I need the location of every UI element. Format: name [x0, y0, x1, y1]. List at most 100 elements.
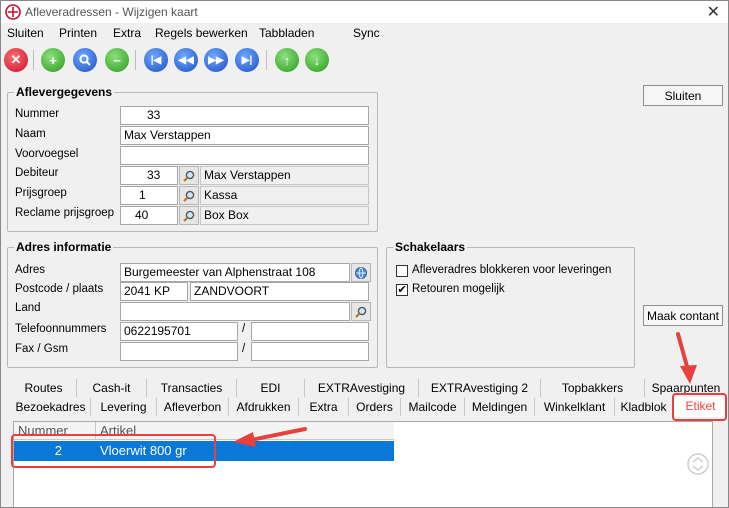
reclame-lookup-button[interactable] [179, 206, 199, 225]
adres-label: Adres [15, 264, 46, 276]
move-up-button[interactable]: ↑ [275, 48, 299, 72]
telefoon2-field[interactable] [251, 322, 369, 341]
nummer-field[interactable]: 33 [120, 106, 369, 125]
prev-record-button[interactable]: ◀◀ [174, 48, 198, 72]
telefoonnummers-label: Telefoonnummers [15, 323, 107, 335]
annotation-box-etiket [672, 393, 727, 421]
move-down-button[interactable]: ↓ [305, 48, 329, 72]
menu-sluiten[interactable]: Sluiten [7, 26, 44, 40]
arrow-up-icon: ↑ [283, 52, 291, 68]
sluiten-button[interactable]: Sluiten [643, 85, 723, 106]
tab-row-2: Bezoekadres Levering Afleverbon Afdrukke… [11, 397, 727, 417]
nummer-label: Nummer [15, 108, 60, 120]
tab-afdrukken[interactable]: Afdrukken [229, 398, 299, 416]
tab-extra[interactable]: Extra [299, 398, 349, 416]
tab-row-1: Routes Cash-it Transacties EDI EXTRAvest… [11, 379, 727, 397]
prijsgroep-field[interactable]: 1 [120, 186, 178, 205]
tab-mailcode[interactable]: Mailcode [401, 398, 465, 416]
reclame-prijsgroep-label: Reclame prijsgroep [15, 207, 115, 219]
title-bar: Afleveradressen - Wijzigen kaart ✕ [1, 1, 728, 23]
gsm-field[interactable] [251, 342, 369, 361]
delete-record-button[interactable]: ✕ [4, 48, 28, 72]
minus-icon: − [113, 52, 121, 68]
menu-regels-bewerken[interactable]: Regels bewerken [155, 26, 248, 40]
add-record-button[interactable]: + [41, 48, 65, 72]
annotation-arrow [676, 332, 697, 384]
naam-field[interactable]: Max Verstappen [120, 126, 369, 145]
fax-field[interactable] [120, 342, 238, 361]
tab-routes[interactable]: Routes [11, 379, 77, 397]
voorvoegsel-label: Voorvoegsel [15, 148, 79, 160]
globe-lookup-button[interactable] [351, 263, 371, 282]
fax-gsm-label: Fax / Gsm [15, 343, 69, 355]
menu-tabbladen[interactable]: Tabbladen [259, 26, 314, 40]
naam-label: Naam [15, 128, 46, 140]
menu-sync[interactable]: Sync [353, 26, 380, 40]
postcode-plaats-label: Postcode / plaats [15, 283, 104, 295]
tab-extravestiging[interactable]: EXTRAvestiging [305, 379, 419, 397]
app-window: Afleveradressen - Wijzigen kaart ✕ Sluit… [0, 0, 729, 508]
last-icon: ▶| [241, 54, 253, 66]
remove-record-button[interactable]: − [105, 48, 129, 72]
arrow-down-icon: ↓ [313, 52, 321, 68]
postcode-field[interactable]: 2041 KP [120, 282, 188, 301]
chevron-circle-icon[interactable] [686, 452, 710, 476]
search-record-button[interactable] [73, 48, 97, 72]
reclame-prijsgroep-field[interactable]: 40 [120, 206, 178, 225]
fax-separator: / [242, 343, 246, 355]
telefoon-field[interactable]: 0622195701 [120, 322, 238, 341]
magnifier-icon [183, 190, 195, 202]
menu-extra[interactable]: Extra [113, 26, 141, 40]
magnifier-icon [183, 210, 195, 222]
blokkeren-label: Afleveradres blokkeren voor leveringen [412, 264, 612, 276]
tab-transacties[interactable]: Transacties [147, 379, 237, 397]
menu-bar: Sluiten Printen Extra Regels bewerken Ta… [1, 23, 728, 43]
land-lookup-button[interactable] [351, 302, 371, 321]
voorvoegsel-field[interactable] [120, 146, 369, 165]
magnifier-icon [355, 306, 367, 318]
toolbar-separator [33, 50, 34, 70]
debiteur-label: Debiteur [15, 167, 59, 179]
group-title: Adres informatie [14, 240, 114, 254]
last-record-button[interactable]: ▶| [235, 48, 259, 72]
tab-kladblok[interactable]: Kladblok [615, 398, 673, 416]
window-title: Afleveradressen - Wijzigen kaart [25, 5, 198, 19]
x-icon: ✕ [10, 52, 22, 67]
retouren-checkbox[interactable]: ✔ [396, 284, 408, 296]
first-icon: |◀ [150, 54, 162, 66]
tab-cash-it[interactable]: Cash-it [77, 379, 147, 397]
prijsgroep-lookup-button[interactable] [179, 186, 199, 205]
tab-afleverbon[interactable]: Afleverbon [157, 398, 229, 416]
land-field[interactable] [120, 302, 350, 321]
reclame-name: Box Box [200, 206, 369, 225]
tab-bezoekadres[interactable]: Bezoekadres [11, 398, 91, 416]
tab-orders[interactable]: Orders [349, 398, 401, 416]
tab-levering[interactable]: Levering [91, 398, 157, 416]
tab-extravestiging-2[interactable]: EXTRAvestiging 2 [419, 379, 541, 397]
tab-edi[interactable]: EDI [237, 379, 305, 397]
debiteur-name: Max Verstappen [200, 166, 369, 185]
adres-field[interactable]: Burgemeester van Alphenstraat 108 [120, 263, 350, 282]
globe-icon [355, 266, 367, 279]
prijsgroep-label: Prijsgroep [15, 187, 67, 199]
tab-topbakkers[interactable]: Topbakkers [541, 379, 645, 397]
blokkeren-checkbox[interactable] [396, 265, 408, 277]
toolbar-separator [135, 50, 136, 70]
plaats-field[interactable]: ZANDVOORT [190, 282, 369, 301]
group-title: Aflevergegevens [14, 85, 115, 99]
tab-meldingen[interactable]: Meldingen [465, 398, 535, 416]
maak-contant-button[interactable]: Maak contant [643, 305, 723, 326]
annotation-arrow [233, 427, 307, 447]
first-record-button[interactable]: |◀ [144, 48, 168, 72]
land-label: Land [15, 302, 41, 314]
tab-winkelklant[interactable]: Winkelklant [535, 398, 615, 416]
plus-icon: + [49, 52, 57, 68]
debiteur-lookup-button[interactable] [179, 166, 199, 185]
telefoon-separator: / [242, 323, 246, 335]
magnifier-icon [79, 54, 91, 66]
close-window-icon[interactable]: ✕ [707, 2, 720, 22]
menu-printen[interactable]: Printen [59, 26, 97, 40]
debiteur-field[interactable]: 33 [120, 166, 178, 185]
next-record-button[interactable]: ▶▶ [204, 48, 228, 72]
retouren-label: Retouren mogelijk [412, 283, 505, 295]
